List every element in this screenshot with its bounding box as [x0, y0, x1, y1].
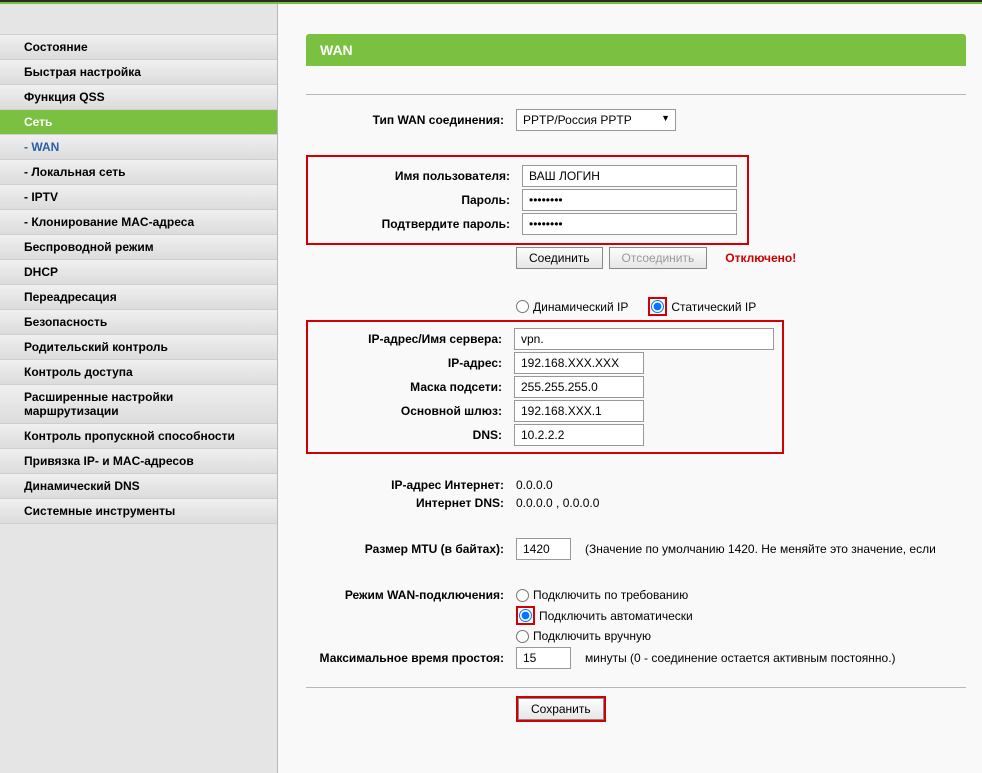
- password-label: Пароль:: [318, 193, 522, 207]
- static-ip-label: Статический IP: [671, 300, 756, 314]
- dynamic-ip-label: Динамический IP: [533, 300, 628, 314]
- credentials-highlight: Имя пользователя: Пароль: Подтвердите па…: [306, 155, 749, 245]
- save-button[interactable]: Сохранить: [518, 698, 604, 720]
- sidebar-item-9[interactable]: DHCP: [0, 260, 277, 285]
- connect-button[interactable]: Соединить: [516, 247, 603, 269]
- sidebar-item-2[interactable]: Функция QSS: [0, 85, 277, 110]
- idle-note: минуты (0 - соединение остается активным…: [585, 651, 896, 665]
- dns-label: DNS:: [308, 428, 514, 442]
- sidebar-item-4[interactable]: - WAN: [0, 135, 277, 160]
- sidebar-item-10[interactable]: Переадресация: [0, 285, 277, 310]
- ip-settings-highlight: IP-адрес/Имя сервера: IP-адрес: Маска по…: [306, 320, 784, 454]
- sidebar-item-5[interactable]: - Локальная сеть: [0, 160, 277, 185]
- username-input[interactable]: [522, 165, 737, 187]
- main-content: WAN Тип WAN соединения: PPTP/Россия PPTP…: [278, 4, 982, 773]
- sidebar-item-18[interactable]: Системные инструменты: [0, 499, 277, 524]
- idle-input[interactable]: [516, 647, 571, 669]
- on-demand-label: Подключить по требованию: [533, 588, 688, 602]
- username-label: Имя пользователя:: [318, 169, 522, 183]
- ip-label: IP-адрес:: [308, 356, 514, 370]
- sidebar-item-14[interactable]: Расширенные настройки маршрутизации: [0, 385, 277, 424]
- auto-conn-highlight: [516, 606, 535, 625]
- disconnect-button[interactable]: Отсоединить: [609, 247, 708, 269]
- sidebar-item-15[interactable]: Контроль пропускной способности: [0, 424, 277, 449]
- on-demand-radio[interactable]: [516, 589, 529, 602]
- sidebar-item-16[interactable]: Привязка IP- и MAC-адресов: [0, 449, 277, 474]
- dns-input[interactable]: [514, 424, 644, 446]
- static-ip-highlight: [648, 297, 667, 316]
- confirm-password-input[interactable]: [522, 213, 737, 235]
- static-ip-radio[interactable]: [651, 300, 664, 313]
- dynamic-ip-radio[interactable]: [516, 300, 529, 313]
- sidebar-item-3[interactable]: Сеть: [0, 110, 277, 135]
- sidebar: СостояниеБыстрая настройкаФункция QSSСет…: [0, 4, 278, 773]
- divider: [306, 687, 966, 688]
- manual-label: Подключить вручную: [533, 629, 651, 643]
- sidebar-item-6[interactable]: - IPTV: [0, 185, 277, 210]
- sidebar-item-11[interactable]: Безопасность: [0, 310, 277, 335]
- wan-type-label: Тип WAN соединения:: [306, 113, 516, 127]
- sidebar-item-7[interactable]: - Клонирование MAC-адреса: [0, 210, 277, 235]
- server-label: IP-адрес/Имя сервера:: [308, 332, 514, 346]
- sidebar-item-17[interactable]: Динамический DNS: [0, 474, 277, 499]
- gateway-input[interactable]: [514, 400, 644, 422]
- internet-dns-label: Интернет DNS:: [306, 496, 516, 510]
- mask-input[interactable]: [514, 376, 644, 398]
- ip-input[interactable]: [514, 352, 644, 374]
- page-title: WAN: [306, 34, 966, 66]
- mtu-input[interactable]: [516, 538, 571, 560]
- sidebar-item-13[interactable]: Контроль доступа: [0, 360, 277, 385]
- divider: [306, 94, 966, 95]
- internet-dns-value: 0.0.0.0 , 0.0.0.0: [516, 496, 599, 510]
- auto-label: Подключить автоматически: [539, 609, 693, 623]
- connection-status: Отключено!: [725, 251, 796, 265]
- auto-radio[interactable]: [519, 609, 532, 622]
- sidebar-item-8[interactable]: Беспроводной режим: [0, 235, 277, 260]
- mtu-label: Размер MTU (в байтах):: [306, 542, 516, 556]
- sidebar-item-0[interactable]: Состояние: [0, 34, 277, 60]
- sidebar-item-1[interactable]: Быстрая настройка: [0, 60, 277, 85]
- internet-ip-label: IP-адрес Интернет:: [306, 478, 516, 492]
- sidebar-item-12[interactable]: Родительский контроль: [0, 335, 277, 360]
- manual-radio[interactable]: [516, 630, 529, 643]
- gateway-label: Основной шлюз:: [308, 404, 514, 418]
- conn-mode-label: Режим WAN-подключения:: [306, 588, 516, 602]
- confirm-password-label: Подтвердите пароль:: [318, 217, 522, 231]
- idle-label: Максимальное время простоя:: [306, 651, 516, 665]
- save-highlight: Сохранить: [516, 696, 606, 722]
- server-input[interactable]: [514, 328, 774, 350]
- password-input[interactable]: [522, 189, 737, 211]
- internet-ip-value: 0.0.0.0: [516, 478, 553, 492]
- mask-label: Маска подсети:: [308, 380, 514, 394]
- mtu-note: (Значение по умолчанию 1420. Не меняйте …: [585, 542, 936, 556]
- wan-type-select[interactable]: PPTP/Россия PPTP: [516, 109, 676, 131]
